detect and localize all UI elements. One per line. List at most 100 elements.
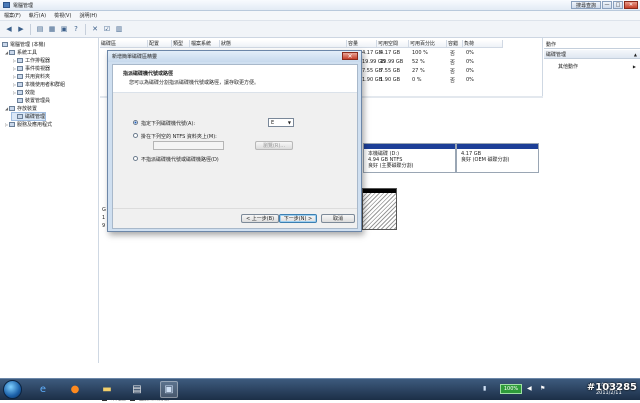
- folder-path-input[interactable]: [153, 141, 224, 150]
- flag-icon[interactable]: ⚑: [540, 385, 545, 392]
- next-button[interactable]: 下一步(N) >: [279, 214, 317, 223]
- table-cell: 0%: [466, 50, 474, 56]
- media-player-icon[interactable]: ▤: [128, 381, 146, 398]
- tree-item-system-tools[interactable]: ◢ 系統工具: [4, 49, 37, 56]
- network-icon[interactable]: ▮: [483, 385, 491, 393]
- table-cell: 0%: [466, 77, 474, 83]
- dialog-title: 新增簡單磁碟區精靈: [112, 54, 158, 60]
- menu-action[interactable]: 執行(A): [29, 12, 46, 19]
- unallocated-region[interactable]: [362, 188, 397, 230]
- new-simple-volume-wizard: 新增簡單磁碟區精靈 ✕ 指派磁碟機代號或路徑 您可以為磁碟分割指派磁碟機代號或路…: [107, 50, 362, 232]
- delete-icon[interactable]: ✕: [90, 24, 100, 34]
- column-header[interactable]: 可用百分比: [409, 40, 447, 48]
- window-title: 電腦管理: [13, 2, 34, 9]
- wizard-footer: < 上一步(B) 下一步(N) > 取消: [113, 208, 357, 228]
- partition-bar: [364, 144, 455, 149]
- actions-item-more[interactable]: 其他動作 ▶: [558, 62, 638, 70]
- column-header[interactable]: 檔案系統: [190, 40, 220, 48]
- column-header[interactable]: 可用空間: [377, 40, 409, 48]
- watermark: #103285: [586, 382, 637, 393]
- menu-file[interactable]: 檔案(F): [4, 12, 21, 19]
- tree-item-services-apps[interactable]: ▷ 服務及應用程式: [4, 121, 52, 128]
- tools-icon: [9, 50, 15, 55]
- column-header[interactable]: 狀態: [220, 40, 347, 48]
- scheduler-icon: [17, 58, 23, 63]
- browse-button[interactable]: 瀏覽(R)...: [255, 141, 293, 150]
- tree-root[interactable]: 電腦管理 (本機): [2, 41, 46, 48]
- battery-indicator[interactable]: 100%: [500, 384, 522, 394]
- tree-item-label: 磁碟管理: [25, 114, 46, 120]
- start-button[interactable]: [3, 380, 22, 399]
- actions-header: 動作: [544, 40, 640, 49]
- volume-icon[interactable]: ◀: [527, 385, 532, 392]
- minimize-button[interactable]: —: [602, 1, 612, 9]
- help-icon[interactable]: ?: [71, 24, 81, 34]
- event-viewer-icon: [17, 66, 23, 71]
- performance-icon: [17, 90, 23, 95]
- column-header[interactable]: 容量: [347, 40, 377, 48]
- maximize-button[interactable]: □: [613, 1, 623, 9]
- tree-item-label: 裝置管理員: [25, 98, 51, 104]
- search-button[interactable]: 搜尋查詢: [571, 1, 601, 9]
- cancel-button[interactable]: 取消: [321, 214, 355, 223]
- explorer-icon[interactable]: ▬: [98, 381, 116, 398]
- back-icon[interactable]: ◀: [4, 24, 14, 34]
- tree-item-task-scheduler[interactable]: ▷ 工作排程器: [12, 57, 50, 64]
- tree-item-label: 存放裝置: [17, 106, 38, 112]
- disk-label: 1: [102, 215, 106, 221]
- back-button[interactable]: < 上一步(B): [241, 214, 279, 223]
- radio-mount-folder[interactable]: [133, 133, 138, 138]
- column-header[interactable]: 類型: [172, 40, 190, 48]
- actions-section-disk-management[interactable]: 磁碟管理 ▲: [544, 50, 640, 59]
- radio-assign-letter[interactable]: [133, 120, 138, 125]
- actions-item-label: 其他動作: [558, 63, 579, 70]
- dialog-close-button[interactable]: ✕: [342, 52, 358, 60]
- tree-root-label: 電腦管理 (本機): [10, 42, 46, 48]
- tree-item-label: 本機使用者和群組: [25, 82, 66, 88]
- dialog-title-bar[interactable]: 新增簡單磁碟區精靈: [108, 51, 361, 62]
- wizard-content: 指定下列磁碟機代號(A): E ▼ 掛在下列空的 NTFS 資料夾上(M): 瀏…: [113, 93, 357, 208]
- menu-help[interactable]: 說明(H): [79, 12, 97, 19]
- drive-letter-value: E: [271, 119, 275, 126]
- tree-item-label: 事件檢視器: [25, 66, 51, 72]
- tree-item-storage[interactable]: ◢ 存放裝置: [4, 105, 37, 112]
- table-cell: 19.99 GB: [380, 59, 404, 65]
- tree-item-device-manager[interactable]: 裝置管理員: [12, 97, 50, 104]
- column-header[interactable]: 負荷: [463, 40, 503, 48]
- radio-no-letter[interactable]: [133, 156, 138, 161]
- computer-management-taskbar-icon[interactable]: ▣: [160, 381, 178, 398]
- table-cell: 0%: [466, 68, 474, 74]
- tree-item-event-viewer[interactable]: ▷ 事件檢視器: [12, 65, 50, 72]
- tree-item-disk-management[interactable]: 磁碟管理: [10, 112, 47, 121]
- taskbar: e ● ▬ ▤ ▣ ▮ 100% ◀ ⚑ 下午 07:28 2011/2/11: [0, 378, 640, 400]
- properties-icon[interactable]: ▣: [59, 24, 69, 34]
- tree-item-performance[interactable]: ▷ 效能: [12, 89, 35, 96]
- column-header[interactable]: 容錯: [447, 40, 463, 48]
- menu-view[interactable]: 檢視(V): [54, 12, 71, 19]
- tree-item-shared-folders[interactable]: ▷ 共用資料夾: [12, 73, 50, 80]
- show-hide-tree-icon[interactable]: ▦: [47, 24, 57, 34]
- partition-status: 良好 (OEM 磁碟分割): [461, 157, 510, 163]
- tree-item-local-users[interactable]: ▷ 本機使用者和群組: [12, 81, 65, 88]
- wizard-heading: 指派磁碟機代號或路徑: [123, 71, 174, 77]
- ie-icon[interactable]: e: [34, 381, 52, 398]
- drive-letter-select[interactable]: E ▼: [268, 118, 294, 127]
- close-button[interactable]: ✕: [624, 1, 638, 9]
- more-icon[interactable]: ▥: [114, 24, 124, 34]
- up-icon[interactable]: ▤: [35, 24, 45, 34]
- unallocated-bar: [363, 189, 396, 193]
- tree-item-label: 效能: [25, 90, 36, 96]
- firefox-icon[interactable]: ●: [66, 381, 84, 398]
- forward-icon[interactable]: ▶: [16, 24, 26, 34]
- partition-bar: [457, 144, 538, 149]
- partition-d[interactable]: 本機磁碟 (D:) 4.94 GB NTFS 良好 (主要磁碟分割): [363, 143, 456, 173]
- partition-oem[interactable]: 4.17 GB 良好 (OEM 磁碟分割): [456, 143, 539, 173]
- collapse-arrow-icon[interactable]: ▲: [634, 52, 637, 57]
- check-icon[interactable]: ☑: [102, 24, 112, 34]
- column-header[interactable]: 配置: [148, 40, 172, 48]
- services-icon: [9, 122, 15, 127]
- table-cell: 100 %: [412, 50, 428, 56]
- table-cell: 0 %: [412, 77, 422, 83]
- actions-pane: 動作 磁碟管理 ▲ 其他動作 ▶: [544, 38, 640, 363]
- column-header[interactable]: 磁碟區: [100, 40, 148, 48]
